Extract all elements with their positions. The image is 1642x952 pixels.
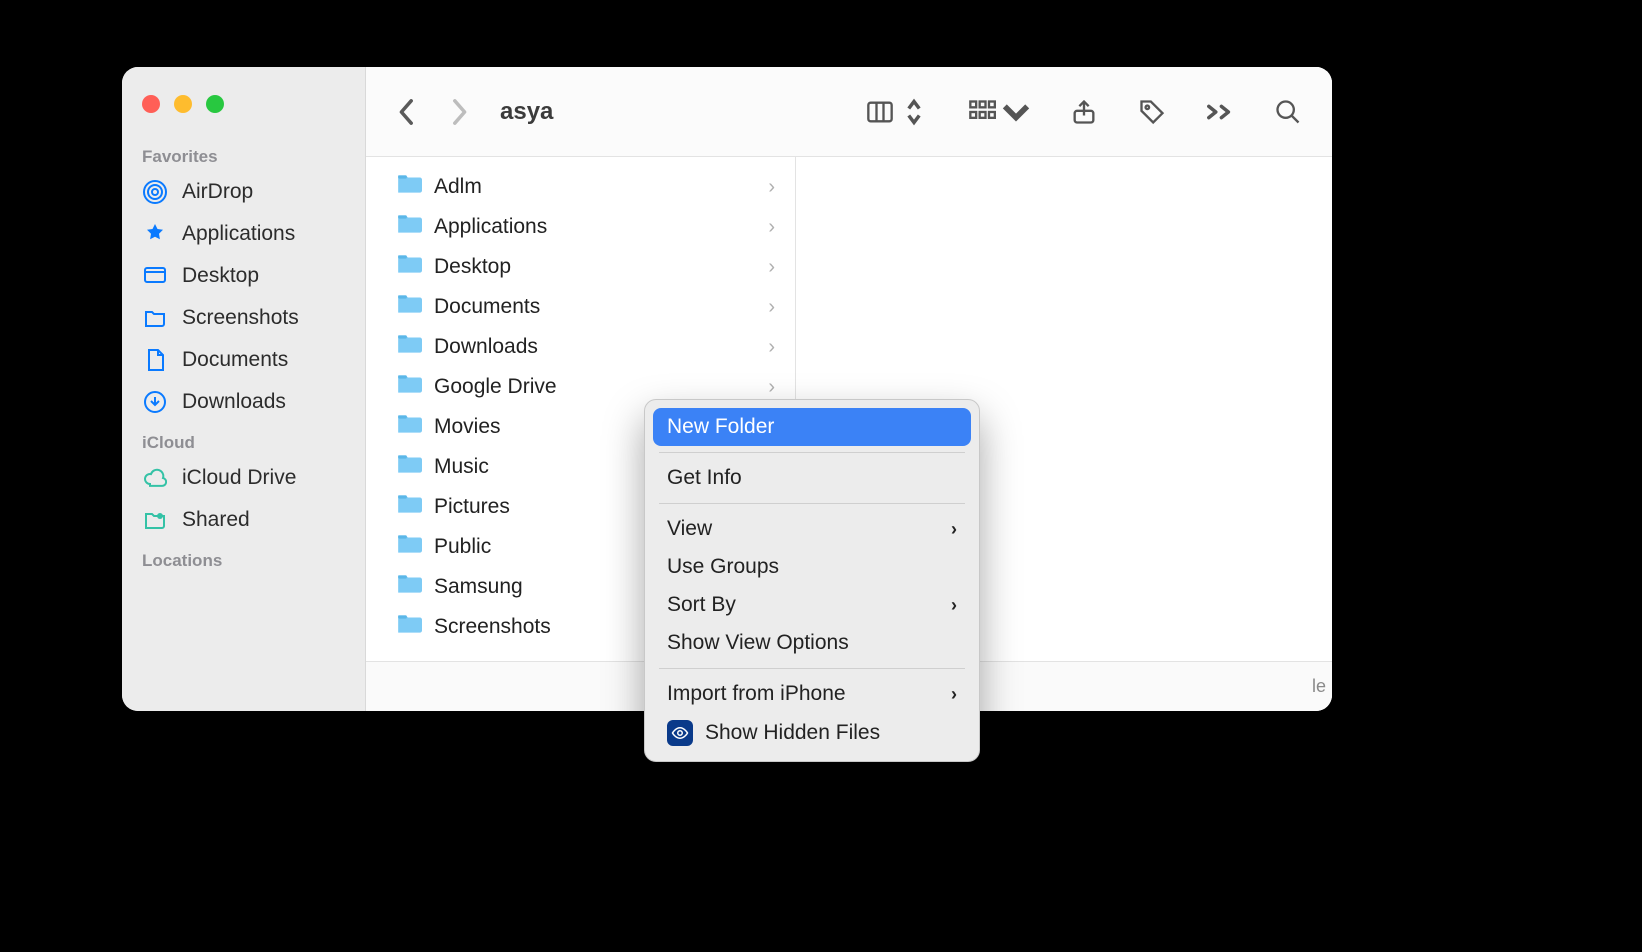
folder-icon [396,213,422,241]
back-button[interactable] [390,95,424,129]
file-row[interactable]: Adlm › [366,167,795,207]
more-button[interactable] [1206,98,1234,126]
forward-button[interactable] [442,95,476,129]
sidebar-item-label: iCloud Drive [182,466,296,490]
toolbar: asya [366,67,1332,157]
context-menu-item-label: Show Hidden Files [705,721,880,745]
file-label: Desktop [434,255,756,279]
context-menu-item[interactable]: View › [653,510,971,548]
chevron-right-icon: › [951,595,957,616]
context-menu-item[interactable]: Show View Options [653,624,971,662]
chevron-right-icon: › [768,336,775,359]
sidebar-item-downloads[interactable]: Downloads [122,381,365,423]
sidebar-item-label: Documents [182,348,288,372]
folder-icon [396,293,422,321]
sidebar-item-screenshots[interactable]: Screenshots [122,297,365,339]
chevron-right-icon: › [768,216,775,239]
zoom-window-button[interactable] [206,95,224,113]
folder-icon [396,413,422,441]
sidebar-item-applications[interactable]: Applications [122,213,365,255]
context-menu-item[interactable]: Get Info [653,459,971,497]
file-row[interactable]: Applications › [366,207,795,247]
sidebar-item-icloud-drive[interactable]: iCloud Drive [122,457,365,499]
file-label: Google Drive [434,375,756,399]
desktop-icon [142,263,168,289]
status-fragment: le [1312,676,1326,697]
sidebar-item-label: Applications [182,222,295,246]
sidebar-item-documents[interactable]: Documents [122,339,365,381]
tags-button[interactable] [1138,98,1166,126]
document-icon [142,347,168,373]
folder-icon [396,533,422,561]
sidebar-item-label: AirDrop [182,180,253,204]
context-menu-item-label: Sort By [667,593,736,617]
folder-icon [396,573,422,601]
file-row[interactable]: Downloads › [366,327,795,367]
airdrop-icon [142,179,168,205]
sidebar-section-favorites-label: Favorites [122,137,365,171]
chevron-right-icon: › [768,376,775,399]
cloud-icon [142,465,168,491]
chevron-right-icon: › [951,684,957,705]
file-label: Adlm [434,175,756,199]
shared-folder-icon [142,507,168,533]
menu-separator [659,668,965,669]
folder-icon [396,493,422,521]
context-menu-item-label: Show View Options [667,631,849,655]
sidebar-item-desktop[interactable]: Desktop [122,255,365,297]
sidebar-item-label: Shared [182,508,250,532]
chevron-right-icon: › [768,176,775,199]
menu-separator [659,452,965,453]
file-label: Documents [434,295,756,319]
menu-separator [659,503,965,504]
context-menu-item-label: Import from iPhone [667,682,846,706]
chevron-right-icon: › [951,519,957,540]
folder-icon [396,333,422,361]
traffic-lights [122,95,365,137]
context-menu-item[interactable]: Import from iPhone › [653,675,971,713]
sidebar-item-label: Downloads [182,390,286,414]
group-by-button[interactable] [968,98,1030,126]
sidebar-item-label: Desktop [182,264,259,288]
context-menu-item[interactable]: Sort By › [653,586,971,624]
window-title: asya [500,98,553,126]
context-menu-item[interactable]: Use Groups [653,548,971,586]
view-mode-button[interactable] [866,98,928,126]
folder-icon [396,613,422,641]
eye-icon [667,720,693,746]
context-menu-item[interactable]: Show Hidden Files [653,713,971,753]
context-menu-item[interactable]: New Folder [653,408,971,446]
context-menu-item-label: Get Info [667,466,742,490]
folder-icon [396,373,422,401]
sidebar-section-icloud-label: iCloud [122,423,365,457]
sidebar-item-shared[interactable]: Shared [122,499,365,541]
context-menu-item-label: Use Groups [667,555,779,579]
context-menu-item-label: New Folder [667,415,774,439]
sidebar: Favorites AirDrop Applications Desktop S… [122,67,366,711]
folder-icon [142,305,168,331]
search-button[interactable] [1274,98,1302,126]
sidebar-section-locations-label: Locations [122,541,365,575]
applications-icon [142,221,168,247]
sidebar-item-airdrop[interactable]: AirDrop [122,171,365,213]
close-window-button[interactable] [142,95,160,113]
download-icon [142,389,168,415]
context-menu: New Folder Get Info View › Use Groups Sort By… [644,399,980,762]
folder-icon [396,453,422,481]
share-button[interactable] [1070,98,1098,126]
context-menu-item-label: View [667,517,712,541]
file-label: Downloads [434,335,756,359]
chevron-right-icon: › [768,256,775,279]
file-label: Applications [434,215,756,239]
minimize-window-button[interactable] [174,95,192,113]
chevron-right-icon: › [768,296,775,319]
file-row[interactable]: Documents › [366,287,795,327]
sidebar-item-label: Screenshots [182,306,299,330]
folder-icon [396,173,422,201]
folder-icon [396,253,422,281]
file-row[interactable]: Desktop › [366,247,795,287]
